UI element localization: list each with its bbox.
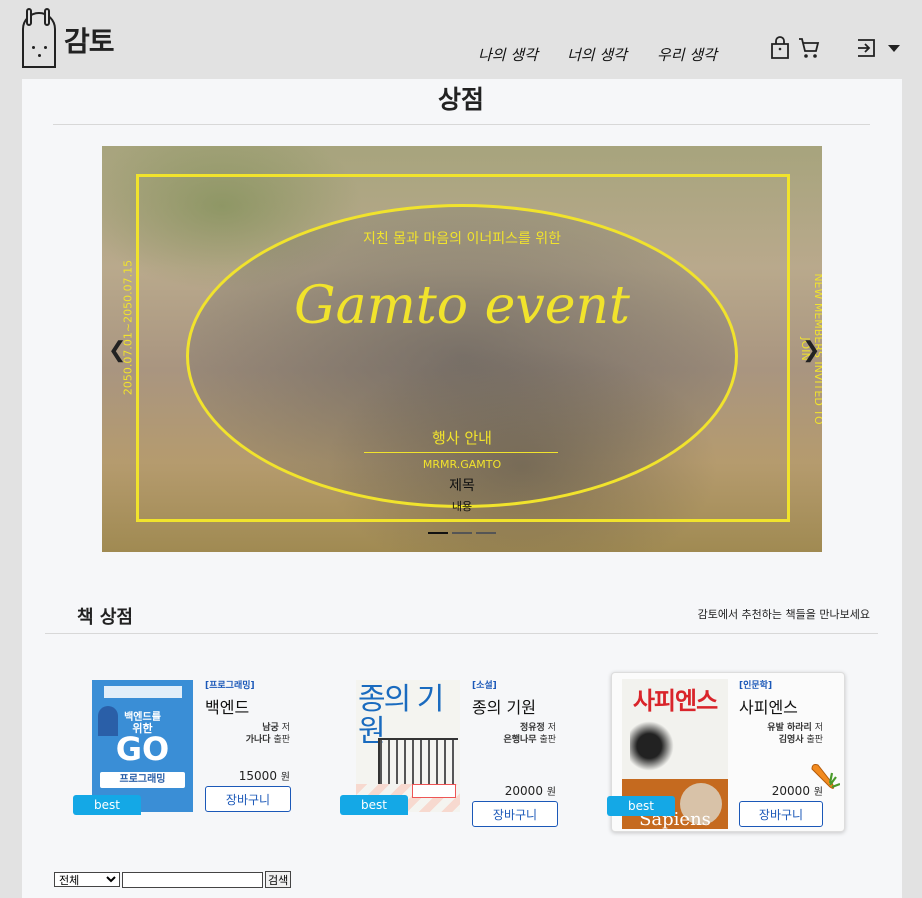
publisher-name: 김영사 bbox=[778, 735, 804, 745]
price-value: 15000 bbox=[238, 769, 277, 783]
cover-band bbox=[104, 686, 182, 698]
carousel-dot[interactable] bbox=[476, 532, 496, 534]
cart-icon[interactable] bbox=[797, 36, 821, 60]
book-publisher: 가나다 출판 bbox=[190, 732, 290, 745]
search-input[interactable] bbox=[122, 872, 263, 888]
carousel-dot[interactable] bbox=[428, 532, 448, 534]
book-cover[interactable]: 백엔드를 위한 GO 프로그래밍 bbox=[92, 680, 193, 812]
logo-nose bbox=[38, 54, 41, 57]
cover-big-text: GO bbox=[115, 730, 170, 768]
section-divider bbox=[45, 633, 878, 634]
book-price: 15000 원 bbox=[190, 768, 290, 783]
cover-ink bbox=[630, 717, 678, 775]
login-icon[interactable] bbox=[855, 36, 879, 60]
banner-content: 내용 bbox=[451, 500, 473, 513]
cover-line3: 프로그래밍 bbox=[100, 772, 185, 788]
book-title[interactable]: 종의 기원 bbox=[472, 694, 536, 718]
cover-sticker bbox=[412, 784, 456, 798]
book-card[interactable]: 종의 기원 [소설] 종의 기원 정유정 저 은행나무 출판 20000 원 장… bbox=[338, 672, 572, 832]
logo-eye-left bbox=[32, 46, 35, 49]
price-unit: 원 bbox=[280, 772, 290, 783]
add-to-cart-button[interactable]: 장바구니 bbox=[205, 786, 291, 812]
cover-building bbox=[378, 738, 458, 788]
price-value: 20000 bbox=[504, 784, 543, 798]
book-category: [소설] bbox=[472, 681, 497, 691]
best-badge: best bbox=[73, 795, 141, 815]
nav-your-thoughts[interactable]: 너의 생각 bbox=[567, 44, 627, 65]
event-banner-carousel[interactable]: 지친 몸과 마음의 이너피스를 위한 Gamto event 2050.07.0… bbox=[102, 146, 822, 552]
best-badge: best bbox=[607, 796, 675, 816]
carousel-next-icon[interactable]: ❯ bbox=[802, 338, 820, 363]
title-divider bbox=[53, 124, 870, 125]
carousel-dot[interactable] bbox=[452, 532, 472, 534]
banner-divider bbox=[364, 452, 558, 453]
banner-event-label: 행사 안내 bbox=[432, 429, 492, 447]
publisher-name: 가나다 bbox=[245, 735, 271, 745]
add-to-cart-button[interactable]: 장바구니 bbox=[472, 801, 558, 827]
publisher-suffix: 출판 bbox=[273, 735, 290, 745]
banner-subtitle: 지친 몸과 마음의 이너피스를 위한 bbox=[362, 231, 562, 247]
book-title[interactable]: 사피엔스 bbox=[739, 694, 798, 718]
banner-signature: MRMR.GAMTO bbox=[422, 458, 502, 471]
price-unit: 원 bbox=[546, 787, 556, 798]
publisher-name: 은행나무 bbox=[503, 735, 537, 745]
book-cover[interactable]: 종의 기원 bbox=[356, 680, 460, 812]
bag-icon[interactable] bbox=[768, 36, 792, 60]
carousel-prev-icon[interactable]: ❮ bbox=[108, 338, 126, 363]
price-value: 20000 bbox=[771, 784, 810, 798]
banner-date-range: 2050.07.01~2050.07.15 bbox=[121, 259, 135, 396]
brand-name[interactable]: 감토 bbox=[64, 20, 115, 60]
category-select[interactable]: 전체 bbox=[54, 872, 120, 887]
add-to-cart-button[interactable]: 장바구니 bbox=[739, 801, 823, 827]
search-button[interactable]: 검색 bbox=[265, 871, 292, 888]
book-card[interactable]: 백엔드를 위한 GO 프로그래밍 [프로그래밍] 백엔드 남궁 저 가나다 출판… bbox=[72, 672, 306, 832]
book-category: [프로그래밍] bbox=[205, 681, 255, 691]
best-badge: best bbox=[340, 795, 408, 815]
book-title[interactable]: 백엔드 bbox=[205, 694, 249, 718]
book-category: [인문학] bbox=[739, 681, 773, 691]
banner-script-title: Gamto event bbox=[294, 276, 630, 336]
caret-down-icon[interactable] bbox=[886, 40, 902, 56]
section-description: 감토에서 추천하는 책들을 만나보세요 bbox=[697, 608, 870, 621]
logo-eye-right bbox=[44, 46, 47, 49]
banner-name: 제목 bbox=[449, 478, 475, 494]
book-publisher: 김영사 출판 bbox=[723, 732, 823, 745]
nav-my-thoughts[interactable]: 나의 생각 bbox=[478, 44, 538, 65]
logo-icon[interactable] bbox=[22, 8, 56, 68]
book-publisher: 은행나무 출판 bbox=[456, 732, 556, 745]
book-card[interactable]: 사피엔스 Sapiens [인문학] 사피엔스 유발 하라리 저 김영사 출판 … bbox=[607, 672, 845, 832]
carrot-cursor-icon bbox=[811, 764, 840, 789]
cover-big-text: 사피엔스 bbox=[632, 687, 718, 715]
publisher-suffix: 출판 bbox=[539, 735, 556, 745]
section-title: 책 상점 bbox=[77, 607, 133, 628]
page-title: 상점 bbox=[437, 85, 484, 114]
logo-ear-left bbox=[26, 8, 32, 26]
book-price: 20000 원 bbox=[456, 783, 556, 798]
nav-our-thoughts[interactable]: 우리 생각 bbox=[657, 44, 717, 65]
publisher-suffix: 출판 bbox=[806, 735, 823, 745]
logo-ear-right bbox=[44, 8, 50, 26]
